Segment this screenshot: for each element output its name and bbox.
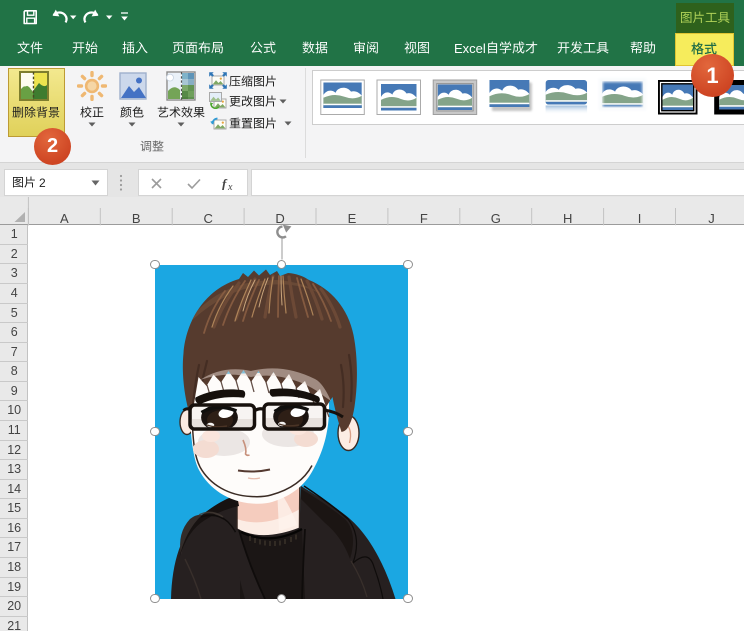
svg-text:x: x [227,182,233,190]
